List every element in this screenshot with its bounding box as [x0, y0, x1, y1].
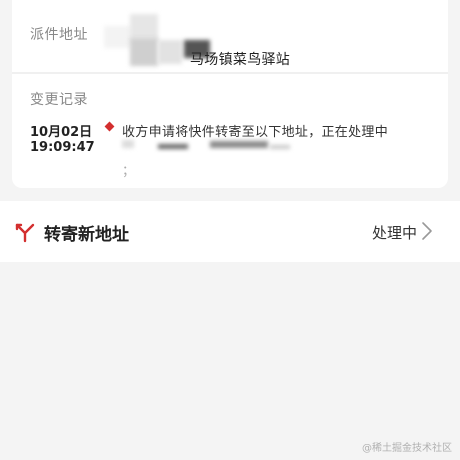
redacted-region [122, 140, 134, 148]
change-time: 19:09:47 [30, 140, 95, 155]
forward-status-text: 处理中 [372, 224, 418, 242]
shipment-detail-card: 派件地址 马场镇菜鸟驿站 变更记录 10月02日 19:09:47 收方申请将快… [12, 0, 448, 188]
forward-new-address-row[interactable]: 转寄新地址 处理中 [0, 201, 460, 262]
status-diamond-icon [104, 121, 115, 132]
redacted-region [130, 38, 158, 66]
change-log-label: 变更记录 [30, 92, 88, 108]
change-description: 收方申请将快件转寄至以下地址，正在处理中 [122, 125, 389, 140]
divider [12, 72, 448, 74]
redacted-region [104, 26, 132, 48]
redacted-region [210, 141, 268, 148]
watermark: @稀土掘金技术社区 [362, 443, 452, 454]
chevron-right-icon[interactable] [420, 220, 434, 242]
dispatch-address-value: 马场镇菜鸟驿站 [190, 52, 291, 68]
redacted-region [270, 145, 290, 149]
dispatch-address-label: 派件地址 [30, 27, 88, 43]
redacted-region [158, 40, 182, 64]
forward-new-address-title: 转寄新地址 [44, 225, 129, 245]
redacted-region [130, 14, 158, 40]
change-date: 10月02日 [30, 125, 93, 140]
redacted-region [158, 144, 188, 149]
change-description-tail: ； [122, 164, 136, 179]
fork-icon [14, 221, 36, 243]
